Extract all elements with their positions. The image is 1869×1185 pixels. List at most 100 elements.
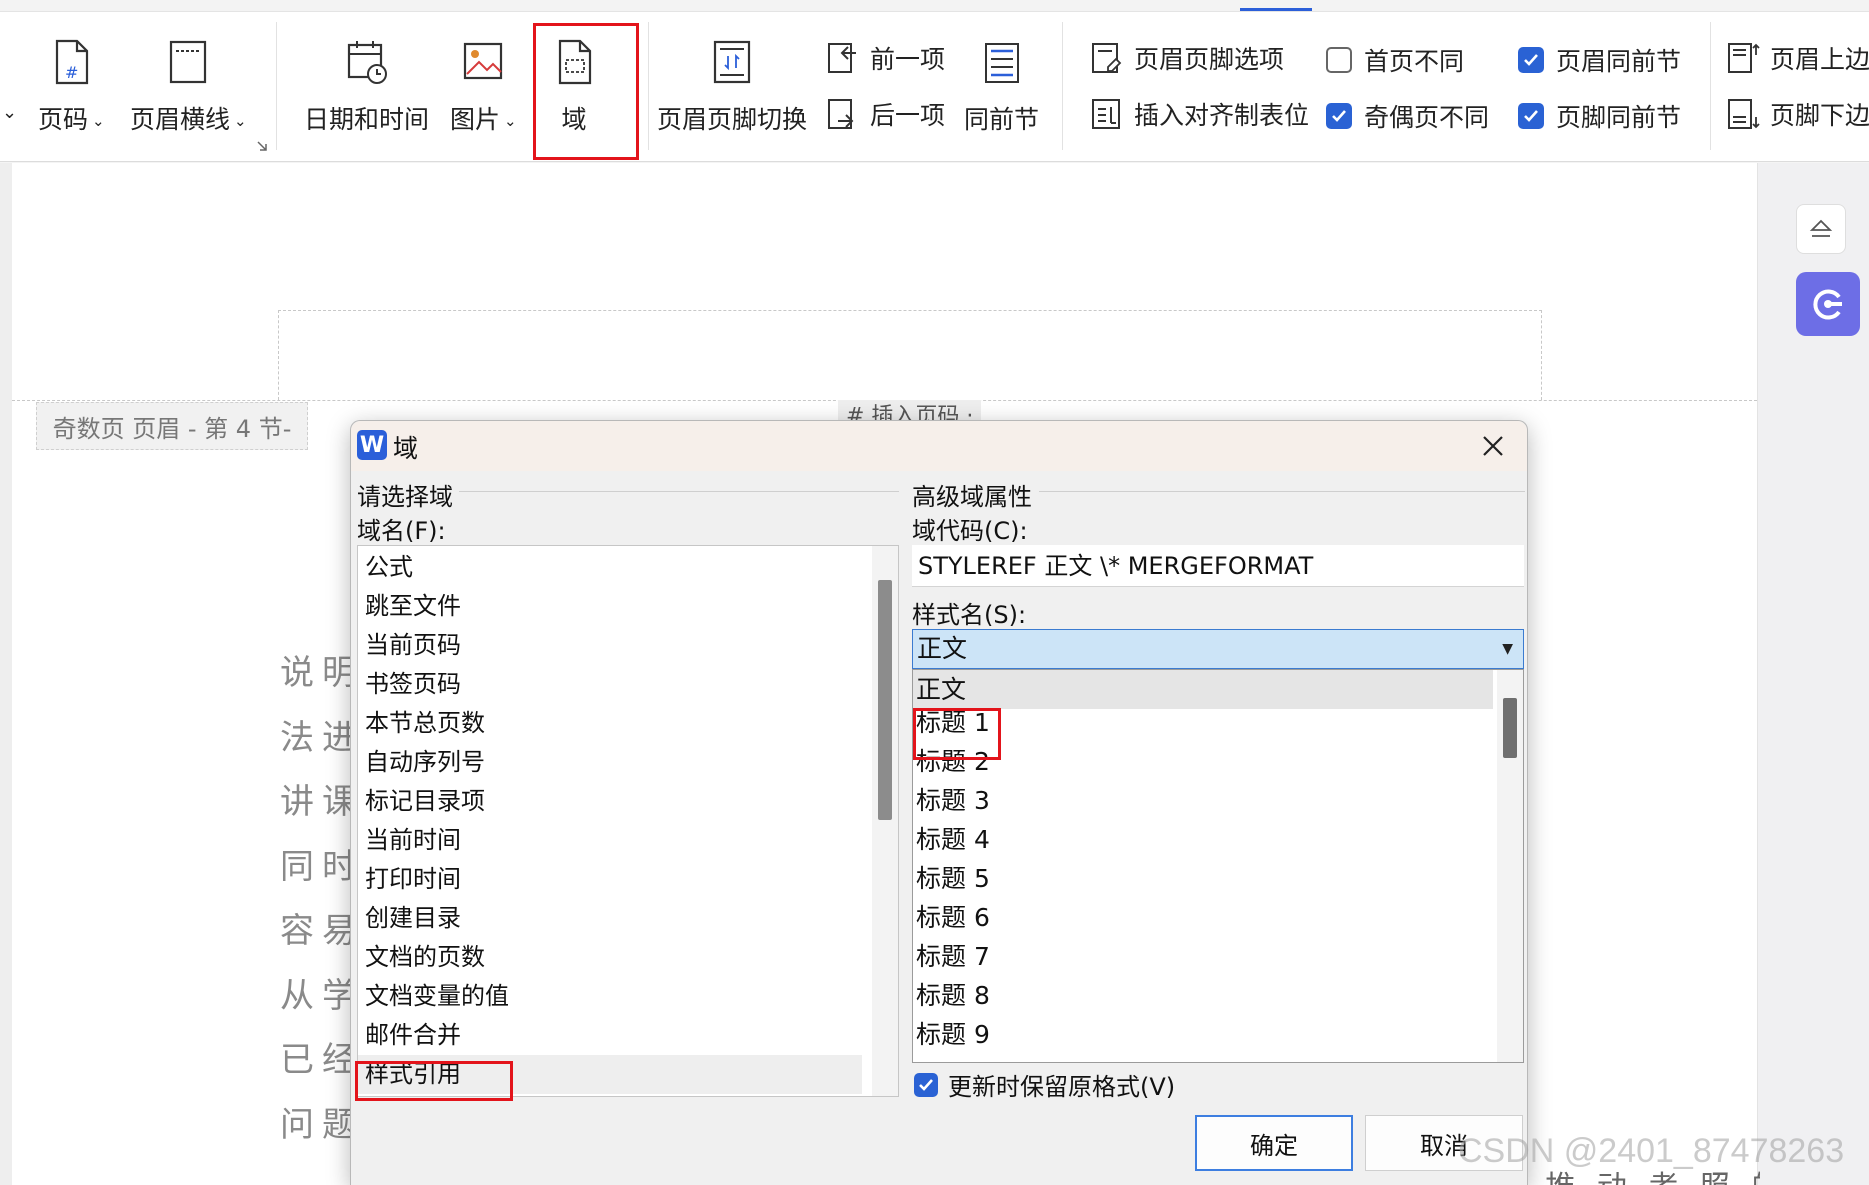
field-list-item[interactable]: 邮件合并 (365, 1016, 865, 1055)
ribbon-separator (648, 22, 649, 150)
page-number-icon: # (56, 39, 89, 85)
odd-page-header-tag: 奇数页 页眉 - 第 4 节- (36, 402, 308, 450)
header-line-caret: ⌄ (234, 112, 247, 130)
left-gutter (0, 163, 12, 1185)
style-name-select[interactable]: 正文 ▼ (912, 629, 1524, 669)
checkmark-icon (1332, 110, 1346, 122)
dialog-titlebar[interactable]: W 域 (351, 421, 1527, 471)
footer-bottom-distance-icon (1728, 99, 1760, 129)
different-odd-even-box[interactable] (1326, 103, 1352, 129)
next-item-icon (828, 99, 854, 129)
style-name-label: 样式名(S): (912, 601, 1027, 629)
calendar-clock-icon (347, 41, 387, 84)
eject-button[interactable] (1796, 204, 1846, 254)
style-option[interactable]: 标题 3 (913, 781, 1493, 820)
footer-bottom-distance-label: 页脚下边 (1770, 101, 1869, 130)
csdn-watermark: CSDN @2401_87478263 (1458, 1132, 1845, 1170)
field-list-item[interactable]: 文档变量的值 (365, 977, 865, 1016)
style-option[interactable]: 标题 4 (913, 820, 1493, 859)
style-name-selected-value: 正文 (917, 634, 968, 663)
picture-caret: ⌄ (504, 112, 517, 130)
style-option[interactable]: 标题 8 (913, 976, 1493, 1015)
header-top-distance-label: 页眉上边 (1770, 45, 1869, 74)
date-time-label: 日期和时间 (304, 105, 430, 134)
field-list-item[interactable]: 自动序列号 (365, 743, 865, 782)
ribbon-top-strip (0, 0, 1869, 12)
different-first-page-checkbox[interactable]: 首页不同 (1326, 42, 1464, 78)
field-code-input[interactable]: STYLEREF 正文 \* MERGEFORMAT (912, 545, 1524, 587)
ribbon-separator (1710, 22, 1711, 150)
field-list-scrollbar[interactable] (872, 546, 898, 1096)
svg-text:#: # (65, 63, 78, 82)
style-option[interactable]: 标题 7 (913, 937, 1493, 976)
ok-button[interactable]: 确定 (1195, 1115, 1353, 1171)
close-button[interactable] (1476, 429, 1510, 463)
ribbon-separator (276, 22, 277, 150)
group-launcher-icon[interactable] (256, 140, 268, 152)
active-tab-indicator (1240, 8, 1312, 11)
style-option[interactable]: 标题 9 (913, 1015, 1493, 1054)
field-list-item[interactable]: 标记目录项 (365, 782, 865, 821)
keep-format-box[interactable] (914, 1072, 938, 1097)
next-item-button[interactable]: 后一项 (826, 96, 945, 132)
field-list-item[interactable]: 文档的页数 (365, 938, 865, 977)
style-option[interactable]: 标题 5 (913, 859, 1493, 898)
header-same-as-previous-label: 页眉同前节 (1556, 47, 1682, 76)
different-odd-even-checkbox[interactable]: 奇偶页不同 (1326, 98, 1489, 134)
picture-label: 图片 (450, 105, 501, 134)
header-top-distance-control[interactable]: 页眉上边 (1726, 40, 1869, 76)
keep-format-checkbox[interactable]: 更新时保留原格式(V) (914, 1067, 1175, 1102)
previous-item-button[interactable]: 前一项 (826, 40, 945, 76)
date-time-button[interactable]: 日期和时间 (304, 38, 429, 136)
ribbon-separator (1062, 22, 1063, 150)
previous-item-icon (828, 43, 856, 73)
link-to-previous-label: 同前节 (964, 105, 1040, 134)
field-list-item[interactable]: 跳至文件 (365, 587, 865, 626)
picture-button[interactable]: 图片 ⌄ (450, 38, 517, 136)
style-reference-highlight (355, 1061, 513, 1101)
header-line-icon (170, 40, 207, 84)
footer-same-as-previous-checkbox[interactable]: 页脚同前节 (1518, 98, 1681, 134)
insert-alignment-tab-button[interactable]: 插入对齐制表位 (1090, 96, 1309, 132)
header-edit-area[interactable] (278, 310, 1542, 400)
group-rule (1039, 491, 1525, 492)
different-first-page-box[interactable] (1326, 47, 1352, 73)
heading1-highlight (913, 708, 1001, 760)
overflow-caret[interactable]: ⌄ (2, 102, 17, 123)
field-list-item[interactable]: 公式 (365, 548, 865, 587)
header-line-button[interactable]: 页眉横线 ⌄ (130, 38, 247, 136)
field-list-item[interactable]: 打印时间 (365, 860, 865, 899)
page-number-button[interactable]: # 页码 ⌄ (38, 38, 105, 136)
field-list-item[interactable]: 当前时间 (365, 821, 865, 860)
previous-item-label: 前一项 (870, 45, 946, 74)
different-first-page-label: 首页不同 (1364, 47, 1465, 76)
footer-bottom-distance-control[interactable]: 页脚下边 (1726, 96, 1869, 132)
checkmark-icon (1524, 54, 1538, 66)
header-footer-options-label: 页眉页脚选项 (1134, 45, 1285, 74)
field-list-item[interactable]: 本节总页数 (365, 704, 865, 743)
field-list-item[interactable]: 书签页码 (365, 665, 865, 704)
style-dropdown-scrollbar[interactable] (1497, 670, 1523, 1062)
style-dropdown-scroll-thumb[interactable] (1503, 698, 1517, 758)
style-option[interactable]: 标题 6 (913, 898, 1493, 937)
footer-same-as-previous-label: 页脚同前节 (1556, 103, 1682, 132)
header-same-as-previous-box[interactable] (1518, 47, 1544, 73)
header-top-distance-icon (1728, 43, 1760, 73)
field-name-list[interactable]: 公式 跳至文件 当前页码 书签页码 本节总页数 自动序列号 标记目录项 当前时间… (357, 545, 899, 1097)
field-list-item[interactable]: 创建目录 (365, 899, 865, 938)
header-footer-options-button[interactable]: 页眉页脚选项 (1090, 40, 1284, 76)
checkmark-icon (919, 1078, 933, 1091)
different-odd-even-label: 奇偶页不同 (1364, 103, 1490, 132)
keep-format-label: 更新时保留原格式(V) (948, 1073, 1176, 1101)
field-list-scroll-thumb[interactable] (878, 580, 892, 820)
dropdown-arrow-icon[interactable]: ▼ (1502, 630, 1513, 668)
field-list-item[interactable]: 当前页码 (365, 626, 865, 665)
header-footer-switch-label: 页眉页脚切换 (657, 105, 808, 134)
ai-assistant-button[interactable] (1796, 272, 1860, 336)
header-same-as-previous-checkbox[interactable]: 页眉同前节 (1518, 42, 1681, 78)
page-number-caret: ⌄ (92, 112, 105, 130)
link-to-previous-button[interactable]: 同前节 (964, 38, 1039, 136)
header-footer-switch-button[interactable]: 页眉页脚切换 (657, 38, 807, 136)
style-name-dropdown[interactable]: 正文 标题 1 标题 2 标题 3 标题 4 标题 5 标题 6 标题 7 标题… (912, 669, 1524, 1063)
footer-same-as-previous-box[interactable] (1518, 103, 1544, 129)
